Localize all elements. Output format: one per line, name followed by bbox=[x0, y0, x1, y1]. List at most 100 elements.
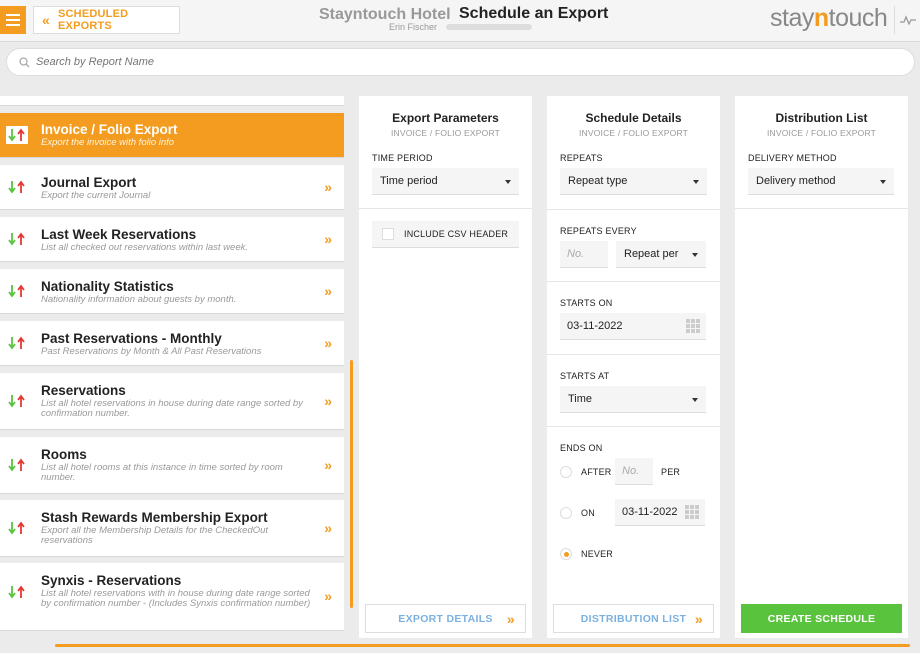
repeat-type-dropdown[interactable]: Repeat type bbox=[560, 168, 707, 195]
panel-title: Distribution List bbox=[775, 111, 868, 125]
report-description: Export the current Journal bbox=[41, 190, 151, 201]
repeats-every-section: REPEATS EVERY No. Repeat per bbox=[547, 210, 720, 282]
export-parameters-panel: Export Parameters INVOICE / FOLIO EXPORT… bbox=[359, 96, 532, 638]
caret-down-icon bbox=[692, 253, 698, 257]
time-period-dropdown[interactable]: Time period bbox=[372, 168, 519, 195]
starts-at-label: STARTS AT bbox=[560, 371, 610, 381]
import-export-arrows-icon bbox=[6, 282, 28, 300]
delivery-method-label: DELIVERY METHOD bbox=[748, 153, 837, 163]
create-schedule-button[interactable]: CREATE SCHEDULE bbox=[741, 604, 902, 633]
double-chevron-left-icon: « bbox=[42, 12, 50, 28]
report-title: Rooms bbox=[41, 447, 87, 462]
ends-after-number-input[interactable]: No. bbox=[615, 458, 653, 485]
report-description: Nationality information about guests by … bbox=[41, 294, 237, 305]
panel-subtitle: INVOICE / FOLIO EXPORT bbox=[578, 128, 689, 138]
list-item-partial bbox=[0, 96, 344, 106]
include-csv-header-toggle[interactable]: INCLUDE CSV HEADER bbox=[372, 221, 519, 248]
double-chevron-right-icon: » bbox=[694, 610, 703, 627]
report-item-stash-rewards-membership-export[interactable]: Stash Rewards Membership Export Export a… bbox=[0, 500, 344, 557]
repeats-every-number-input[interactable]: No. bbox=[560, 241, 608, 268]
double-chevron-right-icon: » bbox=[506, 610, 515, 627]
ends-on-date-picker[interactable]: 03-11-2022 bbox=[615, 499, 705, 526]
activity-chart-button[interactable] bbox=[894, 6, 920, 34]
double-chevron-right-icon: » bbox=[324, 393, 332, 409]
report-list: Invoice / Folio Export Export the invoic… bbox=[0, 96, 344, 640]
export-details-button[interactable]: EXPORT DETAILS » bbox=[365, 604, 526, 633]
caret-down-icon bbox=[880, 180, 886, 184]
report-title: Journal Export bbox=[41, 175, 137, 190]
import-export-arrows-icon bbox=[6, 519, 28, 537]
panel-title: Export Parameters bbox=[392, 111, 499, 125]
app-header: « SCHEDULED EXPORTS Stayntouch Hotel Eri… bbox=[0, 0, 920, 42]
import-export-arrows-icon bbox=[6, 456, 28, 474]
delivery-method-dropdown[interactable]: Delivery method bbox=[748, 168, 894, 195]
panel-subtitle: INVOICE / FOLIO EXPORT bbox=[766, 128, 877, 138]
import-export-arrows-icon bbox=[6, 583, 28, 601]
page-title: Schedule an Export bbox=[459, 5, 609, 22]
report-description: List all checked out reservations within… bbox=[41, 242, 248, 253]
report-search-bar[interactable] bbox=[6, 48, 915, 76]
stayntouch-logo: stayntouch bbox=[770, 4, 888, 32]
list-scrollbar[interactable] bbox=[350, 360, 353, 608]
repeats-section: REPEATS Repeat type bbox=[547, 148, 720, 210]
ends-on-date-option[interactable]: ON 03-11-2022 bbox=[560, 499, 707, 526]
panel-subtitle: INVOICE / FOLIO EXPORT bbox=[390, 128, 501, 138]
schedule-details-panel: Schedule Details INVOICE / FOLIO EXPORT … bbox=[547, 96, 720, 638]
ends-after-radio[interactable] bbox=[560, 465, 572, 478]
report-title: Stash Rewards Membership Export bbox=[41, 510, 268, 525]
starts-on-label: STARTS ON bbox=[560, 298, 613, 308]
ends-on-section: ENDS ON AFTER No. PER ON 03-11-2022 NEVE… bbox=[547, 427, 720, 567]
report-item-rooms[interactable]: Rooms List all hotel rooms at this insta… bbox=[0, 437, 344, 494]
distribution-list-panel: Distribution List INVOICE / FOLIO EXPORT… bbox=[735, 96, 908, 638]
report-title: Reservations bbox=[41, 383, 126, 398]
caret-down-icon bbox=[505, 180, 511, 184]
report-item-past-reservations-monthly[interactable]: Past Reservations - Monthly Past Reserva… bbox=[0, 321, 344, 366]
import-export-arrows-icon bbox=[6, 230, 28, 248]
report-description: List all hotel rooms at this instance in… bbox=[41, 462, 283, 483]
repeat-per-dropdown[interactable]: Repeat per bbox=[616, 241, 706, 268]
back-button-label: SCHEDULED EXPORTS bbox=[58, 8, 129, 32]
double-chevron-right-icon: » bbox=[324, 283, 332, 299]
hamburger-icon bbox=[6, 14, 20, 16]
scheduled-exports-back-button[interactable]: « SCHEDULED EXPORTS bbox=[33, 6, 180, 34]
report-description: Past Reservations by Month & All Past Re… bbox=[41, 346, 262, 357]
report-item-journal-export[interactable]: Journal Export Export the current Journa… bbox=[0, 165, 344, 210]
ends-after-option[interactable]: AFTER No. PER bbox=[560, 458, 707, 485]
report-title: Past Reservations - Monthly bbox=[41, 331, 222, 346]
report-item-synxis-reservations[interactable]: Synxis - Reservations List all hotel res… bbox=[0, 563, 344, 631]
ends-never-option[interactable]: NEVER bbox=[560, 540, 707, 567]
caret-down-icon bbox=[692, 398, 698, 402]
ends-on-label: ENDS ON bbox=[560, 443, 603, 453]
menu-button[interactable] bbox=[0, 6, 26, 34]
calendar-icon bbox=[686, 319, 700, 333]
report-item-last-week-reservations[interactable]: Last Week Reservations List all checked … bbox=[0, 217, 344, 262]
report-item-nationality-statistics[interactable]: Nationality Statistics Nationality infor… bbox=[0, 269, 344, 314]
double-chevron-right-icon: » bbox=[324, 179, 332, 195]
repeats-label: REPEATS bbox=[560, 153, 603, 163]
report-description: Export the invoice with folio info bbox=[41, 137, 175, 148]
horizontal-scrollbar[interactable] bbox=[55, 644, 910, 647]
import-export-arrows-icon bbox=[6, 126, 28, 144]
report-title: Synxis - Reservations bbox=[41, 573, 182, 588]
report-title: Last Week Reservations bbox=[41, 227, 197, 242]
ends-on-radio[interactable] bbox=[560, 506, 572, 519]
double-chevron-right-icon: » bbox=[324, 231, 332, 247]
repeats-every-label: REPEATS EVERY bbox=[560, 226, 637, 236]
report-item-reservations[interactable]: Reservations List all hotel reservations… bbox=[0, 373, 344, 430]
search-icon bbox=[19, 56, 30, 67]
double-chevron-right-icon: » bbox=[324, 520, 332, 536]
checkbox[interactable] bbox=[382, 228, 394, 240]
panel-title: Schedule Details bbox=[585, 111, 682, 125]
import-export-arrows-icon bbox=[6, 334, 28, 352]
starts-at-time-dropdown[interactable]: Time bbox=[560, 386, 706, 413]
redacted-user-info bbox=[446, 24, 532, 30]
ends-never-radio[interactable] bbox=[560, 547, 572, 560]
double-chevron-right-icon: » bbox=[324, 588, 332, 604]
report-description: List all hotel reservations with in hous… bbox=[41, 588, 311, 609]
import-export-arrows-icon bbox=[6, 392, 28, 410]
report-title: Invoice / Folio Export bbox=[41, 122, 178, 137]
report-item-invoice-folio-export[interactable]: Invoice / Folio Export Export the invoic… bbox=[0, 113, 344, 158]
starts-on-date-picker[interactable]: 03-11-2022 bbox=[560, 313, 706, 340]
distribution-list-button[interactable]: DISTRIBUTION LIST » bbox=[553, 604, 714, 633]
search-input[interactable] bbox=[36, 56, 836, 68]
